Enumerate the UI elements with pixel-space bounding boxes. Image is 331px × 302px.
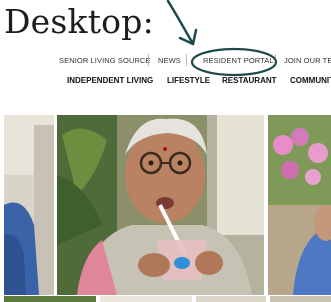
- thumbnail-strip: [270, 296, 331, 302]
- nav-join-our-team[interactable]: JOIN OUR TEAM: [284, 56, 331, 65]
- nav-news[interactable]: NEWS: [158, 56, 181, 65]
- elderly-woman-drinking-photo: [57, 115, 264, 295]
- top-navigation: SENIOR LIVING SOURCE NEWS RESIDENT PORTA…: [0, 54, 331, 68]
- annotation-oval-icon: [190, 47, 278, 77]
- right-photo: [268, 115, 331, 295]
- main-navigation: INDEPENDENT LIVING LIFESTYLE RESTAURANT …: [0, 76, 331, 88]
- thumbnail-strip: [196, 296, 266, 302]
- nav-community[interactable]: COMMUNITY: [290, 76, 331, 85]
- nav-lifestyle[interactable]: LIFESTYLE: [167, 76, 210, 85]
- thumbnail-strip: [4, 296, 96, 302]
- nav-restaurant[interactable]: RESTAURANT: [222, 76, 277, 85]
- annotation-arrow-icon: [166, 0, 198, 46]
- page-heading: Desktop:: [4, 2, 154, 41]
- nav-divider: [148, 54, 149, 66]
- photo-carousel: [0, 115, 331, 295]
- nav-senior-living-source[interactable]: SENIOR LIVING SOURCE: [59, 56, 151, 65]
- nav-independent-living[interactable]: INDEPENDENT LIVING: [67, 76, 153, 85]
- thumbnail-strip: [100, 296, 192, 302]
- nav-divider: [186, 54, 187, 66]
- left-photo: [4, 115, 54, 295]
